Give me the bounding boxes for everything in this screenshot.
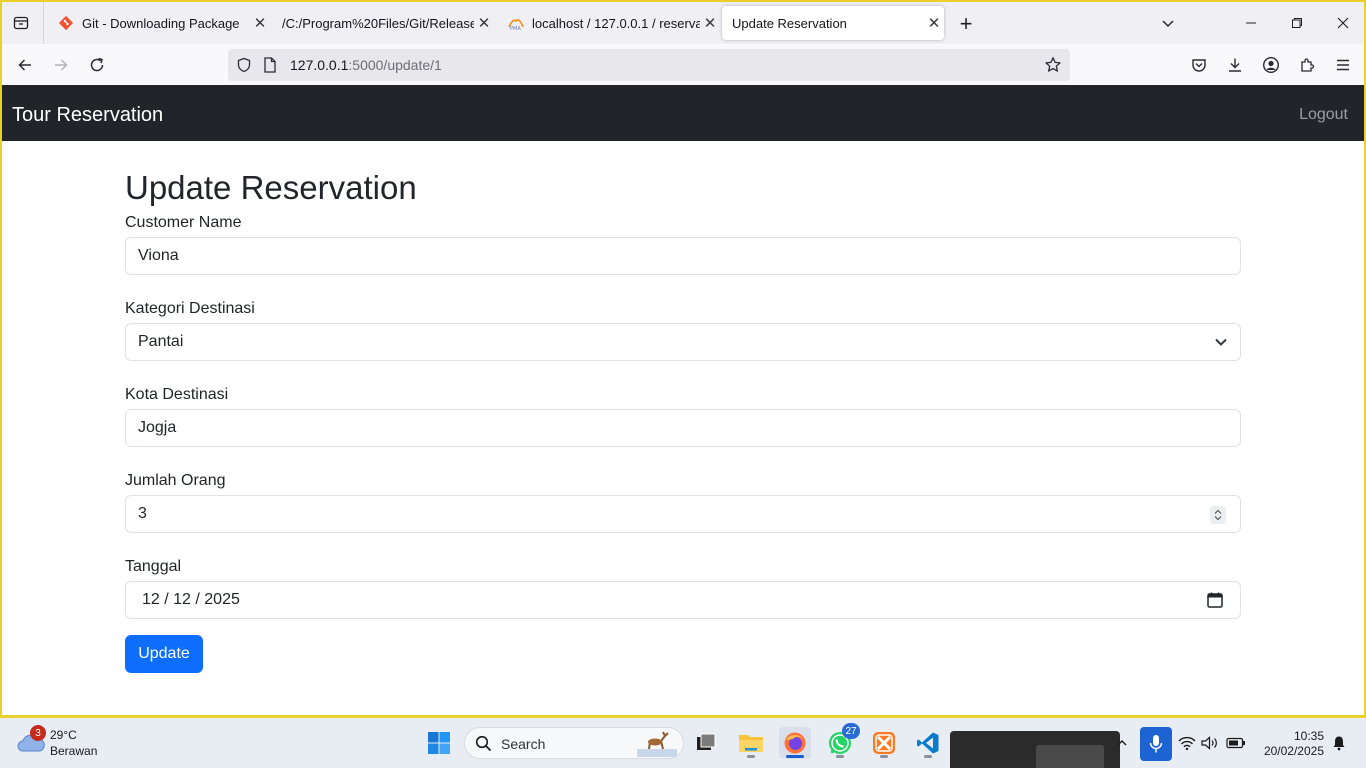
tab-label: Update Reservation [732, 15, 847, 31]
clock-time: 10:35 [1293, 729, 1324, 743]
search-icon [475, 735, 492, 752]
notification-bell-icon[interactable] [1328, 727, 1350, 759]
git-icon [58, 15, 74, 31]
restore-icon[interactable] [1284, 10, 1310, 36]
windows-start-icon[interactable] [423, 727, 455, 759]
system-clock[interactable]: 10:35 20/02/2025 [1254, 729, 1324, 759]
tanggal-label: Tanggal [125, 558, 182, 575]
kategori-destinasi-label: Kategori Destinasi [125, 300, 255, 317]
running-indicator [786, 755, 804, 758]
tab-label: Git - Downloading Package [82, 15, 240, 31]
weather-badge: 3 [30, 725, 46, 741]
close-icon[interactable]: ✕ [700, 13, 720, 33]
page-icon[interactable] [263, 57, 277, 78]
jumlah-orang-label: Jumlah Orang [125, 472, 226, 489]
url-bar[interactable]: 127.0.0.1:5000/update/1 [228, 49, 1070, 81]
shield-icon[interactable] [236, 57, 252, 78]
svg-text:PMA: PMA [510, 26, 521, 31]
file-explorer-icon[interactable] [735, 727, 767, 759]
preview-image [1036, 745, 1104, 768]
tanggal-date-input[interactable]: 12 / 12 / 2025 [125, 581, 1241, 619]
notification-badge: 27 [842, 723, 860, 739]
tab-separator [43, 2, 44, 44]
xampp-icon[interactable] [868, 727, 900, 759]
close-icon[interactable]: ✕ [924, 13, 944, 33]
close-icon[interactable]: ✕ [250, 13, 270, 33]
page-title: Update Reservation [125, 169, 417, 206]
search-placeholder: Search [501, 736, 546, 752]
number-spinner[interactable] [1210, 506, 1226, 524]
firefox-icon[interactable] [779, 727, 811, 759]
wifi-icon[interactable] [1176, 727, 1198, 759]
chevron-up-icon[interactable] [1110, 727, 1134, 759]
navigation-toolbar: 127.0.0.1:5000/update/1 [2, 44, 1364, 85]
chevron-down-icon [1215, 338, 1227, 346]
menu-icon[interactable] [1330, 52, 1356, 78]
tab-list-icon[interactable] [8, 10, 34, 36]
running-indicator [747, 755, 755, 758]
kategori-destinasi-value: Pantai [138, 333, 184, 350]
jumlah-orang-input[interactable]: 3 [125, 495, 1241, 533]
weather-description: Berawan [50, 744, 98, 758]
window-preview-thumbnail[interactable] [950, 731, 1120, 768]
deer-highlight-icon [637, 731, 677, 757]
phpmyadmin-icon: PMA [508, 15, 524, 31]
account-icon[interactable] [1258, 52, 1284, 78]
windows-taskbar: 3 29°C Berawan Search 27 10:35 20/02/202… [0, 718, 1366, 768]
extensions-icon[interactable] [1294, 52, 1320, 78]
pocket-icon[interactable] [1186, 52, 1212, 78]
task-view-icon[interactable] [690, 727, 722, 759]
back-icon[interactable] [12, 52, 38, 78]
tanggal-value: 12 / 12 / 2025 [142, 591, 240, 608]
running-indicator [924, 755, 932, 758]
close-window-icon[interactable] [1330, 10, 1356, 36]
tab-phpmyadmin[interactable]: PMA localhost / 127.0.0.1 / reservasi_ ✕ [498, 6, 720, 40]
spinner-arrows-icon [1214, 509, 1222, 521]
taskbar-search[interactable]: Search [464, 727, 684, 759]
form-container: Update Reservation Customer Name Viona K… [125, 168, 1241, 673]
clock-date: 20/02/2025 [1263, 744, 1324, 758]
kota-destinasi-label: Kota Destinasi [125, 386, 229, 403]
tab-label: localhost / 127.0.0.1 / reservasi_ [532, 15, 700, 31]
tab-git-downloading[interactable]: Git - Downloading Package ✕ [48, 6, 270, 40]
close-icon[interactable]: ✕ [474, 13, 494, 33]
whatsapp-icon[interactable]: 27 [824, 723, 860, 759]
reload-icon[interactable] [84, 52, 110, 78]
weather-temperature: 29°C [50, 728, 77, 742]
weather-widget[interactable]: 3 29°C Berawan [16, 725, 116, 759]
customer-name-input[interactable]: Viona [125, 237, 1241, 275]
jumlah-orang-value: 3 [138, 505, 147, 522]
calendar-icon[interactable] [1206, 591, 1224, 609]
running-indicator [836, 755, 844, 758]
logout-link[interactable]: Logout [1299, 106, 1348, 124]
download-icon[interactable] [1222, 52, 1248, 78]
customer-name-label: Customer Name [125, 214, 242, 231]
microphone-icon[interactable] [1140, 727, 1172, 761]
kota-destinasi-input[interactable]: Jogja [125, 409, 1241, 447]
browser-window: Git - Downloading Package ✕ /C:/Program%… [0, 0, 1366, 718]
volume-icon[interactable] [1199, 727, 1221, 759]
bookmark-star-icon[interactable] [1044, 56, 1062, 79]
forward-icon[interactable] [48, 52, 74, 78]
battery-icon[interactable] [1224, 727, 1248, 759]
vscode-icon[interactable] [912, 727, 944, 759]
chevron-down-icon[interactable] [1155, 10, 1181, 36]
url-host: 127.0.0.1 [290, 57, 349, 73]
running-indicator [880, 755, 888, 758]
update-button[interactable]: Update [125, 635, 203, 673]
tab-update-reservation[interactable]: Update Reservation ✕ [722, 6, 944, 40]
kota-destinasi-value: Jogja [138, 419, 177, 436]
tab-strip: Git - Downloading Package ✕ /C:/Program%… [2, 2, 1364, 44]
minimize-icon[interactable] [1238, 10, 1264, 36]
url-text[interactable]: 127.0.0.1:5000/update/1 [290, 57, 442, 73]
web-page: Tour Reservation Logout Update Reservati… [2, 85, 1364, 715]
new-tab-icon[interactable]: + [953, 11, 979, 37]
tab-label: /C:/Program%20Files/Git/ReleaseNotes [282, 15, 474, 31]
kategori-destinasi-select[interactable]: Pantai [125, 323, 1241, 361]
customer-name-value: Viona [138, 247, 179, 264]
app-navbar: Tour Reservation Logout [2, 85, 1364, 141]
url-path: :5000/update/1 [348, 57, 442, 73]
brand-link[interactable]: Tour Reservation [12, 104, 163, 127]
tab-release-notes[interactable]: /C:/Program%20Files/Git/ReleaseNotes ✕ [272, 6, 494, 40]
